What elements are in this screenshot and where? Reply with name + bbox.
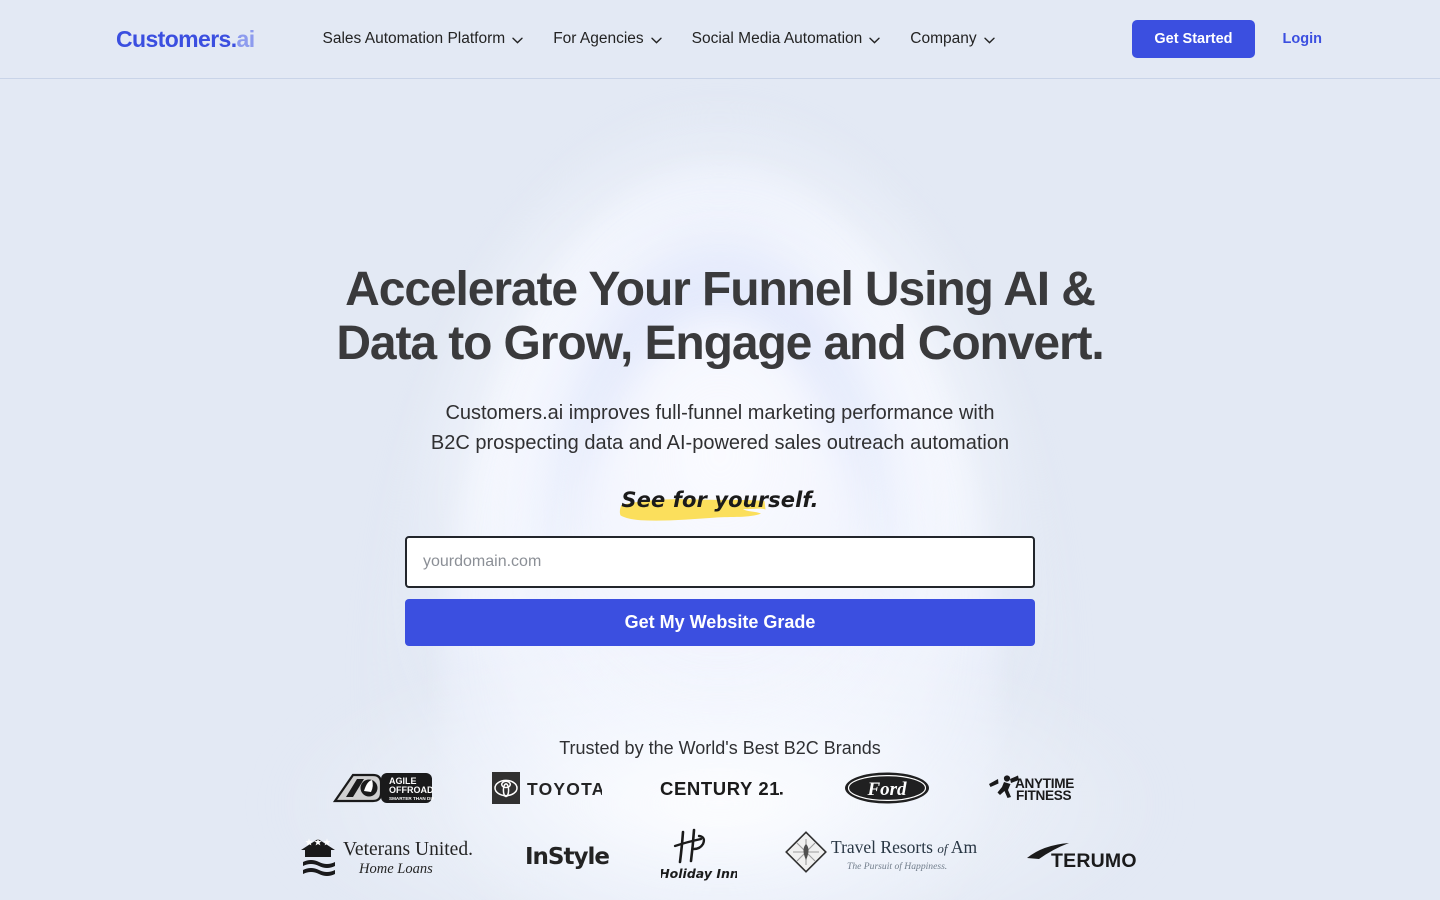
subhead-line-1: Customers.ai improves full-funnel market… (445, 402, 995, 424)
svg-text:SMARTER THAN DIRT: SMARTER THAN DIRT (389, 796, 434, 801)
page-root: Customers.ai Sales Automation Platform F… (0, 0, 1440, 900)
nav-item-label: For Agencies (553, 30, 644, 47)
headline-line-1: Accelerate Your Funnel Using AI & (345, 263, 1096, 316)
svg-text:TOYOTA: TOYOTA (527, 779, 602, 799)
nav-item-company[interactable]: Company (910, 30, 995, 48)
chevron-down-icon (512, 37, 523, 44)
nav-item-label: Social Media Automation (691, 30, 863, 47)
nav-item-social-media-automation[interactable]: Social Media Automation (692, 30, 881, 48)
domain-input[interactable] (405, 536, 1035, 588)
logo-text-suffix: ai (236, 25, 256, 52)
svg-text:Home Loans: Home Loans (358, 861, 433, 877)
brand-logo-ford: Ford (844, 771, 930, 805)
chevron-down-icon (983, 37, 995, 44)
brand-logo-century-21: CENTURY 21 (660, 775, 786, 801)
hero-section: Accelerate Your Funnel Using AI & Data t… (0, 79, 1440, 884)
hero-subheading: Customers.ai improves full-funnel market… (390, 398, 1050, 458)
chevron-down-icon (650, 37, 662, 44)
main-navigation: Sales Automation Platform For Agencies S… (323, 30, 995, 48)
page-title: Accelerate Your Funnel Using AI & Data t… (305, 263, 1135, 371)
brand-logo-terumo: TERUMO (1025, 840, 1143, 872)
svg-text:Holiday Inn: Holiday Inn (661, 866, 737, 881)
headline-line-2: Data to Grow, Engage and Convert. (336, 317, 1104, 370)
svg-text:TERUMO: TERUMO (1051, 850, 1137, 872)
nav-item-sales-automation-platform[interactable]: Sales Automation Platform (323, 30, 524, 48)
see-for-yourself-text: See for yourself. (621, 488, 819, 512)
site-logo[interactable]: Customers.ai (116, 26, 255, 53)
svg-text:OFFROAD: OFFROAD (389, 785, 434, 795)
nav-item-for-agencies[interactable]: For Agencies (553, 30, 662, 48)
svg-text:The Pursuit of Happiness.: The Pursuit of Happiness. (847, 861, 947, 872)
login-link[interactable]: Login (1283, 31, 1322, 47)
chevron-down-icon (869, 37, 880, 44)
nav-item-label: Sales Automation Platform (322, 30, 506, 47)
brand-logo-agile-offroad: AGILE OFFROAD SMARTER THAN DIRT (332, 771, 434, 805)
brand-logo-veterans-united: Veterans United. Home Loans (297, 834, 477, 878)
subhead-line-2: B2C prospecting data and AI-powered sale… (430, 432, 1010, 454)
brand-logo-anytime-fitness: ANYTIME FITNESS (988, 773, 1108, 803)
header-actions: Get Started Login (1132, 20, 1440, 58)
trusted-by-section: Trusted by the World's Best B2C Brands A… (0, 738, 1440, 884)
brand-logo-row-2: Veterans United. Home Loans InStyle Holi… (0, 828, 1440, 884)
brand-logo-travel-resorts-of-america: Travel Resorts of America The Pursuit of… (785, 831, 977, 881)
see-for-yourself-block: See for yourself. (615, 488, 824, 521)
trusted-by-title: Trusted by the World's Best B2C Brands (559, 738, 881, 758)
brand-logo-toyota: TOYOTA (491, 772, 602, 804)
svg-text:Ford: Ford (866, 779, 907, 800)
svg-text:Travel Resorts of America: Travel Resorts of America (831, 837, 977, 857)
brand-logo-instyle: InStyle (525, 842, 613, 870)
nav-item-label: Company (910, 30, 977, 47)
brand-logo-row-1: AGILE OFFROAD SMARTER THAN DIRT TOYOTA C… (0, 771, 1440, 805)
logo-text-main: Customers (116, 25, 231, 52)
site-header: Customers.ai Sales Automation Platform F… (0, 0, 1440, 79)
svg-text:Veterans United.: Veterans United. (343, 839, 473, 860)
svg-text:FITNESS: FITNESS (1016, 788, 1072, 803)
svg-text:InStyle: InStyle (525, 844, 609, 870)
svg-text:CENTURY 21: CENTURY 21 (660, 778, 780, 799)
website-grader-form: Get My Website Grade (405, 536, 1035, 646)
get-my-website-grade-button[interactable]: Get My Website Grade (405, 599, 1035, 646)
get-started-button[interactable]: Get Started (1132, 20, 1255, 58)
brand-logo-holiday-inn: Holiday Inn (661, 828, 737, 884)
